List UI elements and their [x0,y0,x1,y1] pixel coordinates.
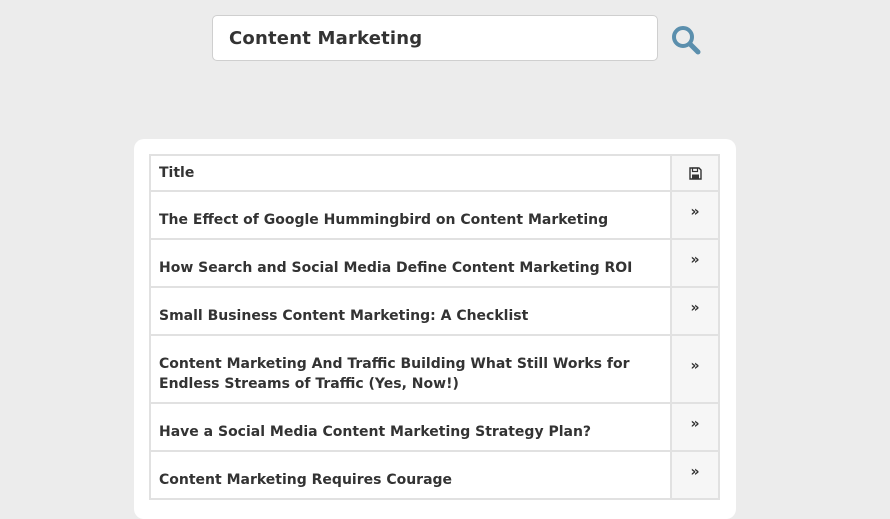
open-row-button[interactable]: » [670,190,720,240]
table-header-row: Title [149,154,720,192]
results-table: Title The Effect of Google Hummingbird o… [149,154,720,500]
search-input[interactable] [212,15,658,61]
open-row-button[interactable]: » [670,402,720,452]
table-row[interactable]: The Effect of Google Hummingbird on Cont… [149,190,720,240]
row-title[interactable]: Have a Social Media Content Marketing St… [149,402,672,452]
double-chevron-right-icon: » [690,252,700,268]
row-title[interactable]: Small Business Content Marketing: A Chec… [149,286,672,336]
search-icon [672,26,701,55]
double-chevron-right-icon: » [690,416,700,432]
row-title[interactable]: Content Marketing And Traffic Building W… [149,334,672,404]
row-title[interactable]: The Effect of Google Hummingbird on Cont… [149,190,672,240]
double-chevron-right-icon: » [690,204,700,220]
row-title[interactable]: How Search and Social Media Define Conte… [149,238,672,288]
column-header-title: Title [149,154,672,192]
table-row[interactable]: How Search and Social Media Define Conte… [149,238,720,288]
row-title[interactable]: Content Marketing Requires Courage [149,450,672,500]
table-row[interactable]: Content Marketing And Traffic Building W… [149,334,720,404]
table-row[interactable]: Content Marketing Requires Courage » [149,450,720,500]
table-row[interactable]: Small Business Content Marketing: A Chec… [149,286,720,336]
table-row[interactable]: Have a Social Media Content Marketing St… [149,402,720,452]
save-all-button[interactable] [670,154,720,192]
double-chevron-right-icon: » [690,464,700,480]
double-chevron-right-icon: » [690,358,700,374]
open-row-button[interactable]: » [670,334,720,404]
results-panel: Title The Effect of Google Hummingbird o… [134,139,736,519]
search-button[interactable] [670,24,702,56]
open-row-button[interactable]: » [670,450,720,500]
open-row-button[interactable]: » [670,286,720,336]
double-chevron-right-icon: » [690,300,700,316]
open-row-button[interactable]: » [670,238,720,288]
save-icon [688,166,702,180]
